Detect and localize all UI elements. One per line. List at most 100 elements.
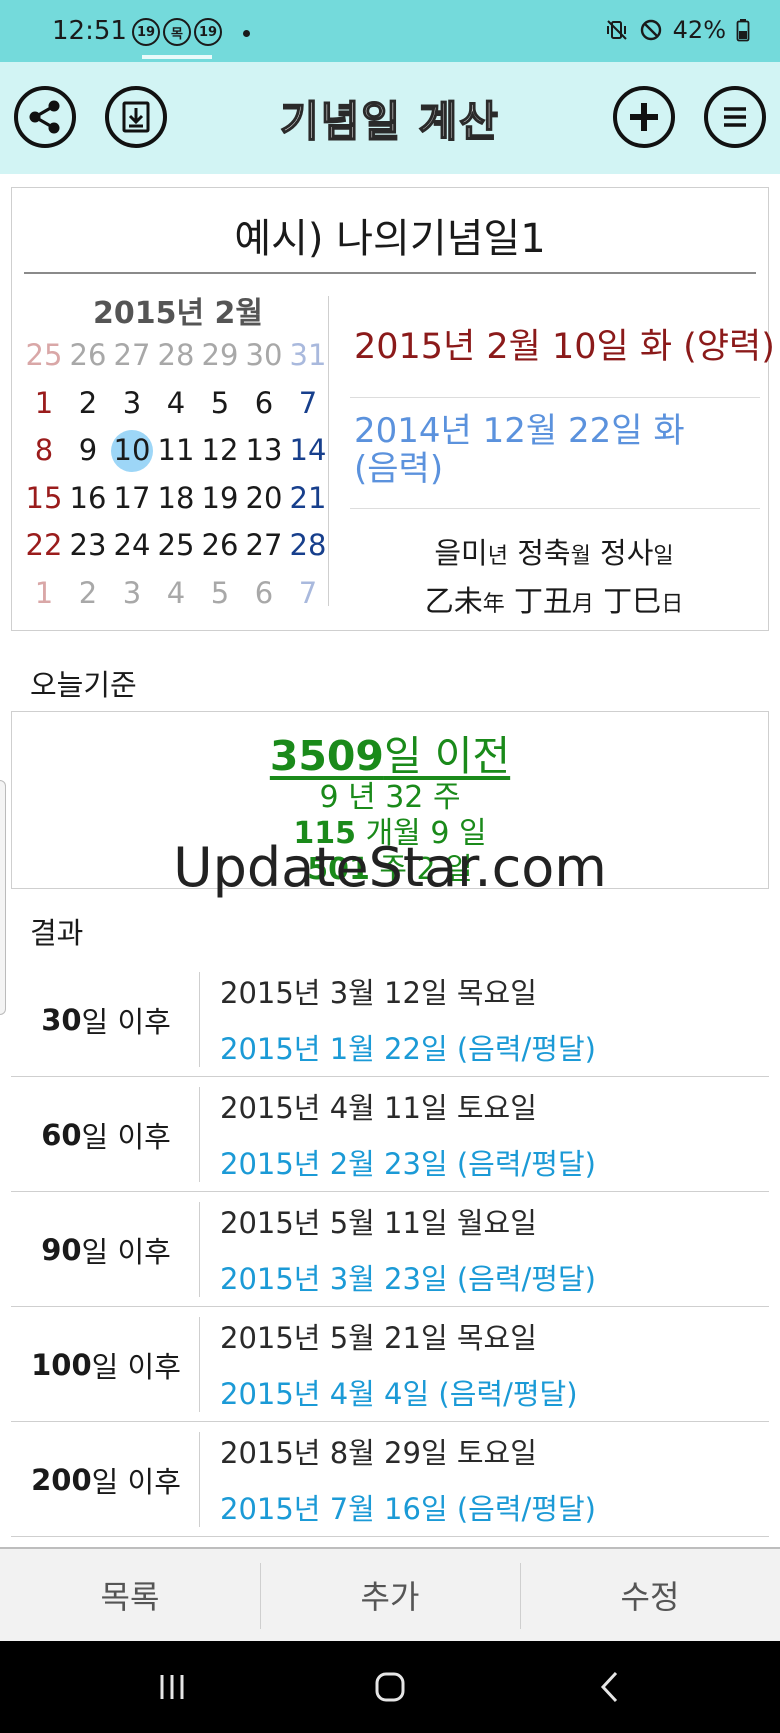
ganji-day-unit: 일 (653, 544, 674, 569)
calendar-day[interactable]: 7 (286, 570, 330, 618)
result-row[interactable]: 30 일 이후 2015년 3월 12일 목요일 2015년 1월 22일 (음력/평… (11, 962, 769, 1077)
calendar-day-number: 8 (34, 433, 54, 467)
calendar-day[interactable]: 2 (66, 380, 110, 428)
result-count: 200 (31, 1462, 92, 1497)
calendar-day[interactable]: 17 (110, 475, 154, 523)
recent-apps-button[interactable] (142, 1661, 202, 1713)
calendar-day-number: 29 (201, 338, 239, 372)
calendar-day[interactable]: 6 (242, 570, 286, 618)
notification-badge: 19 (194, 18, 222, 46)
calendar-day[interactable]: 7 (286, 380, 330, 428)
calendar-day[interactable]: 13 (242, 427, 286, 475)
calendar-day[interactable]: 15 (22, 475, 66, 523)
calendar-day[interactable]: 3 (110, 380, 154, 428)
calendar-day[interactable]: 8 (22, 427, 66, 475)
result-row[interactable]: 200 일 이후 2015년 8월 29일 토요일 2015년 7월 16일 (음력/… (11, 1422, 769, 1537)
home-icon (375, 1672, 405, 1702)
calendar-day[interactable]: 12 (198, 427, 242, 475)
calendar-day[interactable]: 6 (242, 380, 286, 428)
status-icons: 42% (605, 16, 750, 44)
calendar-day-number: 24 (113, 528, 151, 562)
calendar-day-number: 25 (25, 338, 63, 372)
calendar-day[interactable]: 29 (198, 332, 242, 380)
calendar-day[interactable]: 2 (66, 570, 110, 618)
calendar-day-number: 1 (34, 575, 54, 610)
result-lunar-date: 2015년 1월 22일 (음력/평달) (220, 1032, 596, 1066)
calendar-day-number: 6 (254, 575, 274, 610)
calendar-day[interactable]: 28 (154, 332, 198, 380)
calendar-day-number: 12 (201, 433, 239, 467)
ganji-month-unit: 월 (570, 544, 591, 569)
add-tab[interactable]: 추가 (260, 1549, 520, 1641)
calendar-day-number: 11 (157, 433, 195, 467)
add-icon (630, 103, 658, 131)
back-button[interactable] (580, 1661, 640, 1713)
results-section-label: 결과 (30, 916, 84, 950)
result-lunar-date: 2015년 7월 16일 (음력/평달) (220, 1492, 596, 1526)
calendar-day-number: 27 (113, 338, 151, 372)
menu-button[interactable] (704, 86, 766, 148)
title-divider (24, 272, 756, 274)
today-section-label: 오늘기준 (30, 668, 137, 702)
calendar-day[interactable]: 1 (22, 570, 66, 618)
calendar-day[interactable]: 16 (66, 475, 110, 523)
calendar-day[interactable]: 26 (198, 522, 242, 570)
result-divider (199, 1202, 200, 1297)
calendar-day[interactable]: 25 (22, 332, 66, 380)
calendar-day[interactable]: 9 (66, 427, 110, 475)
result-row[interactable]: 60 일 이후 2015년 4월 11일 토요일 2015년 2월 23일 (음력/평… (11, 1077, 769, 1192)
calendar-day[interactable]: 4 (154, 380, 198, 428)
anniversary-card[interactable]: 예시) 나의기념일1 2015년 2월 25 26 27 28 29 30 31 1 2 3 4 5 6… (11, 187, 775, 631)
calendar-day[interactable]: 27 (242, 522, 286, 570)
calendar-day-number: 3 (122, 575, 142, 610)
calendar-day[interactable]: 4 (154, 570, 198, 618)
calendar-day[interactable]: 25 (154, 522, 198, 570)
calendar-day[interactable]: 22 (22, 522, 66, 570)
calendar-day[interactable]: 26 (66, 332, 110, 380)
result-row[interactable]: 100 일 이후 2015년 5월 21일 목요일 2015년 4월 4일 (음력/평… (11, 1307, 769, 1422)
ganji-korean: 을미년 정축월 정사일 (350, 530, 758, 572)
calendar-day-number: 19 (201, 480, 239, 515)
edit-tab[interactable]: 수정 (520, 1549, 780, 1641)
ganji-month-hanja-unit: 月 (572, 592, 595, 617)
status-time: 12:51 (52, 16, 127, 46)
result-solar-date: 2015년 4월 11일 토요일 (220, 1091, 537, 1125)
calendar-day[interactable]: 5 (198, 380, 242, 428)
add-button[interactable] (613, 86, 675, 148)
calendar-day[interactable]: 14 (286, 427, 330, 475)
calendar-day[interactable]: 23 (66, 522, 110, 570)
home-button[interactable] (360, 1661, 420, 1713)
calendar-day-number: 25 (157, 528, 195, 562)
calendar-day[interactable]: 11 (154, 427, 198, 475)
calendar-day[interactable]: 3 (110, 570, 154, 618)
calendar-day[interactable]: 20 (242, 475, 286, 523)
calendar-day-number: 1 (34, 385, 54, 420)
calendar-day[interactable]: 21 (286, 475, 330, 523)
result-row[interactable]: 90 일 이후 2015년 5월 11일 월요일 2015년 3월 23일 (음력/평… (11, 1192, 769, 1307)
calendar-day-number: 28 (157, 338, 195, 372)
battery-percentage: 42% (672, 16, 726, 44)
vibrate-mute-icon (606, 20, 627, 40)
calendar-day-number: 3 (122, 385, 142, 420)
calendar-day[interactable]: 10 (110, 427, 154, 475)
calendar-day[interactable]: 27 (110, 332, 154, 380)
battery-icon (736, 19, 750, 42)
result-suffix: 일 이후 (81, 1004, 171, 1039)
calendar-day[interactable]: 28 (286, 522, 330, 570)
list-tab[interactable]: 목록 (0, 1549, 260, 1641)
calendar-day[interactable]: 31 (286, 332, 330, 380)
calendar-day-number: 2 (78, 385, 98, 420)
calendar-day[interactable]: 5 (198, 570, 242, 618)
calendar-day[interactable]: 19 (198, 475, 242, 523)
calendar-month-label: 2015년 2월 (92, 296, 263, 331)
calendar-day-number: 6 (254, 385, 274, 420)
calendar-day[interactable]: 30 (242, 332, 286, 380)
calendar-day[interactable]: 18 (154, 475, 198, 523)
system-nav-bar (0, 1641, 780, 1733)
ganji-year-unit: 년 (487, 544, 508, 569)
calendar-day-number: 31 (289, 338, 327, 372)
calendar-day[interactable]: 1 (22, 380, 66, 428)
calendar-day-number: 9 (78, 433, 98, 467)
calendar-day[interactable]: 24 (110, 522, 154, 570)
result-count: 90 (41, 1232, 82, 1267)
